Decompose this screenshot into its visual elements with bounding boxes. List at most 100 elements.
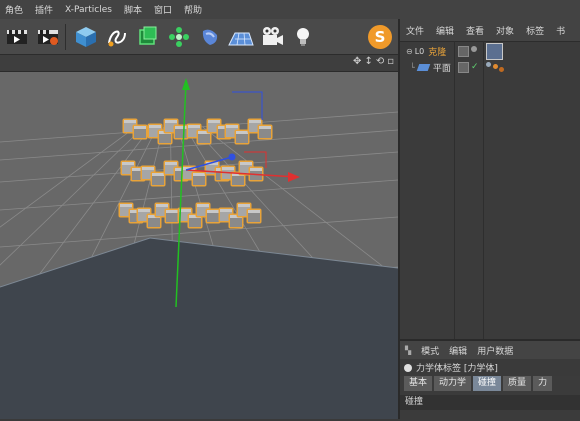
cube-top — [220, 209, 232, 212]
dynamics-tag-icon[interactable] — [486, 43, 503, 60]
cube-top — [120, 204, 132, 207]
menu-character[interactable]: 角色 — [0, 3, 30, 16]
cloned-cube[interactable] — [132, 124, 148, 140]
cube-top — [134, 126, 146, 129]
cube-top — [240, 162, 252, 165]
viewport-scene — [0, 72, 398, 419]
cube-top — [175, 126, 187, 129]
cube-top — [222, 167, 234, 170]
menu-window[interactable]: 窗口 — [149, 3, 179, 16]
cube-icon[interactable] — [72, 23, 100, 51]
column-divider — [483, 41, 484, 339]
column-divider — [454, 41, 455, 339]
render-dot-icon[interactable] — [471, 46, 477, 52]
cube-top — [152, 173, 164, 176]
move-view-icon[interactable]: ✥ — [353, 56, 361, 67]
cube-top — [156, 204, 168, 207]
floor-icon[interactable] — [227, 23, 255, 51]
cloned-cube[interactable] — [191, 171, 207, 187]
tab-dynamics[interactable]: 动力学 — [434, 376, 472, 391]
render-settings-icon[interactable] — [34, 23, 62, 51]
cube-top — [236, 131, 248, 134]
tab-force[interactable]: 力 — [533, 376, 553, 391]
dolly-view-icon[interactable]: ↕ — [364, 56, 372, 67]
deformer-icon[interactable] — [196, 23, 224, 51]
attr-handle-icon[interactable]: ▚ — [400, 346, 416, 355]
om-menu-edit[interactable]: 编辑 — [430, 24, 460, 37]
plane-object-icon — [416, 63, 431, 71]
cube-top — [142, 167, 154, 170]
om-menu-view[interactable]: 查看 — [460, 24, 490, 37]
menubar: 角色 插件 X-Particles 脚本 窗口 帮助 — [0, 0, 580, 20]
visibility-toggle-icon[interactable] — [458, 45, 469, 57]
svg-text:S: S — [375, 28, 386, 46]
cube-top — [238, 204, 250, 207]
attr-menu-user-data[interactable]: 用户数据 — [472, 344, 518, 357]
rotate-view-icon[interactable]: ⟲ — [376, 56, 384, 67]
camera-icon[interactable] — [258, 23, 286, 51]
cube-top — [166, 210, 178, 213]
array-icon[interactable] — [165, 23, 193, 51]
spline-pen-icon[interactable] — [103, 23, 131, 51]
axis-z-handle[interactable] — [228, 153, 236, 161]
attr-title: 力学体标签 [力学体] — [416, 364, 498, 374]
object-name-cloner[interactable]: 克隆 — [428, 45, 446, 58]
cube-top — [226, 125, 238, 128]
cube-top — [165, 162, 177, 165]
tree-branch: └ — [410, 62, 415, 72]
cube-top — [250, 168, 262, 171]
tag-dot-icon[interactable] — [493, 64, 498, 69]
script-s-icon[interactable]: S — [366, 23, 394, 51]
cloned-cube[interactable] — [150, 171, 166, 187]
cloned-cube[interactable] — [234, 129, 250, 145]
cloned-cube[interactable] — [173, 124, 189, 140]
cube-top — [149, 125, 161, 128]
menu-x-particles[interactable]: X-Particles — [60, 5, 119, 15]
tab-collision[interactable]: 碰撞 — [473, 376, 502, 391]
right-panel: 文件 编辑 查看 对象 标签 书 ⊖ L0 克隆 └ 平面 ✓ ▚ 模式 编辑 … — [398, 19, 580, 421]
viewport-header: ✥ ↕ ⟲ ▫ — [0, 55, 398, 72]
object-row-plane[interactable]: └ 平面 ✓ — [400, 59, 580, 75]
attributes-manager: ▚ 模式 编辑 用户数据 力学体标签 [力学体] 基本 动力学 碰撞 质量 力 … — [400, 339, 580, 421]
section-header-collision: 碰撞 — [400, 395, 580, 410]
cube-top — [122, 162, 134, 165]
render-view-icon[interactable] — [3, 23, 31, 51]
cube-top — [249, 120, 261, 123]
attr-menu-mode[interactable]: 模式 — [416, 344, 444, 357]
visibility-toggle-icon[interactable] — [458, 61, 469, 73]
om-menu-bookmarks[interactable]: 书 — [550, 24, 571, 37]
expand-icon[interactable]: ⊖ — [406, 47, 413, 56]
light-bulb-icon[interactable] — [289, 23, 317, 51]
cloner-icon[interactable] — [134, 23, 162, 51]
object-row-cloner[interactable]: ⊖ L0 克隆 — [400, 43, 580, 60]
om-menu-file[interactable]: 文件 — [400, 24, 430, 37]
layer-prefix: L0 — [414, 46, 425, 56]
cloned-cube[interactable] — [205, 208, 221, 224]
tag-dot-icon[interactable] — [486, 62, 491, 67]
cube-top — [208, 120, 220, 123]
tab-basic[interactable]: 基本 — [404, 376, 433, 391]
cube-top — [248, 210, 260, 213]
3d-viewport[interactable] — [0, 72, 398, 419]
tab-mass[interactable]: 质量 — [503, 376, 532, 391]
cube-top — [197, 204, 209, 207]
viewport-nav-tools: ✥ ↕ ⟲ ▫ — [353, 56, 394, 67]
menu-plugins[interactable]: 插件 — [30, 3, 60, 16]
tag-dot-icon[interactable] — [499, 67, 504, 72]
cube-top — [188, 125, 200, 128]
dynamics-tag-icon — [404, 363, 412, 372]
attr-menu-edit[interactable]: 编辑 — [444, 344, 472, 357]
cloned-cube[interactable] — [246, 208, 262, 224]
cube-top — [207, 210, 219, 213]
enabled-check-icon[interactable]: ✓ — [471, 62, 479, 72]
object-name-plane[interactable]: 平面 — [433, 61, 451, 74]
om-menu-object[interactable]: 对象 — [490, 24, 520, 37]
maximize-view-icon[interactable]: ▫ — [387, 56, 394, 67]
cube-top — [165, 120, 177, 123]
menu-script[interactable]: 脚本 — [119, 3, 149, 16]
cloned-cube[interactable] — [164, 208, 180, 224]
om-menu-tags[interactable]: 标签 — [520, 24, 550, 37]
attr-title-row: 力学体标签 [力学体] — [400, 359, 580, 376]
cloned-cube[interactable] — [257, 124, 273, 140]
menu-help[interactable]: 帮助 — [179, 3, 209, 16]
